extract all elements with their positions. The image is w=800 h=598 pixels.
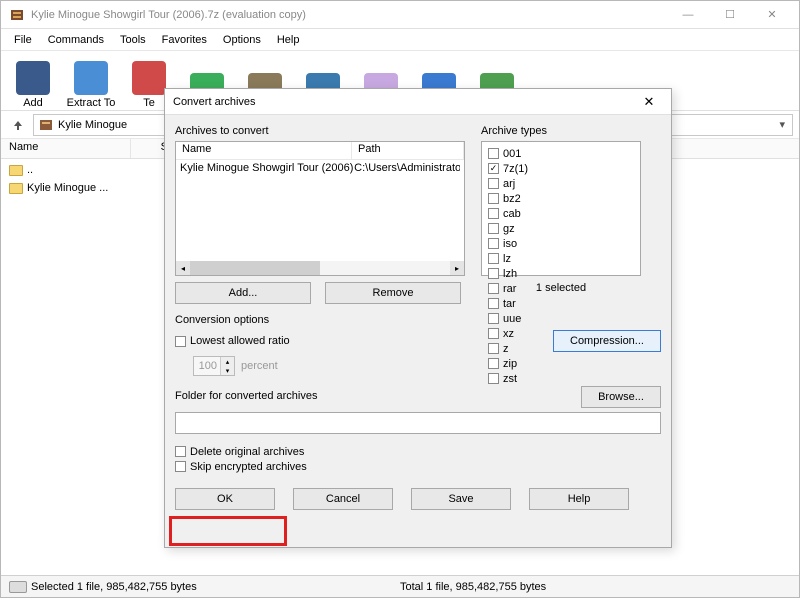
toolbar-label: Add [23, 97, 43, 109]
app-window: Kylie Minogue Showgirl Tour (2006).7z (e… [0, 0, 800, 598]
scroll-left-icon[interactable]: ◂ [176, 261, 190, 275]
conv-opts-label: Conversion options [175, 314, 661, 326]
checkbox-box [488, 328, 499, 339]
checkbox-box [488, 373, 499, 384]
folder-icon [9, 165, 23, 176]
statusbar: Selected 1 file, 985,482,755 bytes Total… [1, 575, 799, 597]
menubar: File Commands Tools Favorites Options He… [1, 29, 799, 51]
menu-tools[interactable]: Tools [113, 32, 153, 48]
checkbox-box [488, 268, 499, 279]
toolbar-icon [16, 61, 50, 95]
type-gz[interactable]: gz [488, 221, 560, 236]
type-lzh[interactable]: lzh [488, 266, 560, 281]
checkbox-box [488, 163, 499, 174]
toolbar-item-1[interactable]: Extract To [65, 53, 117, 109]
type-iso[interactable]: iso [488, 236, 560, 251]
menu-options[interactable]: Options [216, 32, 268, 48]
checkbox-box [488, 193, 499, 204]
ok-button[interactable]: OK [175, 488, 275, 510]
dialog-titlebar: Convert archives ✕ [165, 89, 671, 115]
menu-file[interactable]: File [7, 32, 39, 48]
skip-encrypted-checkbox[interactable]: Skip encrypted archives [175, 459, 661, 474]
toolbar-icon [132, 61, 166, 95]
type-lz[interactable]: lz [488, 251, 560, 266]
type-bz2[interactable]: bz2 [488, 191, 560, 206]
spin-up-icon[interactable]: ▴ [220, 357, 234, 366]
folder-icon [9, 183, 23, 194]
type-7z(1)[interactable]: 7z(1) [488, 161, 560, 176]
percent-label: percent [241, 360, 278, 372]
checkbox-box [488, 313, 499, 324]
toolbar-icon [74, 61, 108, 95]
toolbar-label: Extract To [67, 97, 116, 109]
checkbox-box [488, 178, 499, 189]
chevron-down-icon[interactable]: ▾ [776, 118, 788, 131]
ok-highlight [169, 516, 287, 546]
type-cab[interactable]: cab [488, 206, 560, 221]
maximize-button[interactable]: ☐ [711, 4, 749, 26]
type-xz[interactable]: xz [488, 326, 560, 341]
remove-button[interactable]: Remove [325, 282, 461, 304]
close-button[interactable]: ✕ [753, 4, 791, 26]
help-button[interactable]: Help [529, 488, 629, 510]
compression-button[interactable]: Compression... [553, 330, 661, 352]
status-left: Selected 1 file, 985,482,755 bytes [31, 581, 197, 593]
folder-input[interactable] [175, 412, 661, 434]
disk-icon [9, 581, 27, 593]
types-label: Archive types [481, 125, 641, 137]
toolbar-label: Te [143, 97, 155, 109]
checkbox-box [488, 208, 499, 219]
delete-original-checkbox[interactable]: Delete original archives [175, 444, 661, 459]
list-col-path[interactable]: Path [352, 142, 464, 159]
convert-dialog: Convert archives ✕ Archives to convert N… [164, 88, 672, 548]
status-right: Total 1 file, 985,482,755 bytes [400, 581, 546, 593]
app-icon [9, 7, 25, 23]
archive-row[interactable]: Kylie Minogue Showgirl Tour (2006).7z C:… [180, 162, 460, 174]
lowest-ratio-checkbox[interactable]: Lowest allowed ratio [175, 334, 290, 349]
menu-favorites[interactable]: Favorites [155, 32, 214, 48]
horizontal-scrollbar[interactable]: ◂ ▸ [176, 261, 464, 275]
menu-commands[interactable]: Commands [41, 32, 111, 48]
checkbox-box [488, 298, 499, 309]
menu-help[interactable]: Help [270, 32, 307, 48]
add-button[interactable]: Add... [175, 282, 311, 304]
window-title: Kylie Minogue Showgirl Tour (2006).7z (e… [31, 9, 669, 21]
type-zip[interactable]: zip [488, 356, 560, 371]
checkbox-box [488, 238, 499, 249]
type-zst[interactable]: zst [488, 371, 560, 386]
type-z[interactable]: z [488, 341, 560, 356]
up-arrow-icon [11, 118, 25, 132]
spin-down-icon[interactable]: ▾ [220, 366, 234, 375]
types-listbox: 0017z(1)arjbz2cabgzisolz lzhrartaruuexzz… [481, 141, 641, 276]
checkbox-box [488, 358, 499, 369]
minimize-button[interactable]: — [669, 4, 707, 26]
checkbox-box [488, 148, 499, 159]
checkbox-box [488, 223, 499, 234]
archives-label: Archives to convert [175, 125, 465, 137]
winrar-icon [38, 117, 54, 133]
save-button[interactable]: Save [411, 488, 511, 510]
toolbar-item-0[interactable]: Add [7, 53, 59, 109]
ratio-spinner[interactable]: 100 ▴▾ [193, 356, 235, 376]
dialog-title: Convert archives [173, 96, 635, 108]
col-name[interactable]: Name [1, 139, 131, 158]
archives-listbox[interactable]: Name Path Kylie Minogue Showgirl Tour (2… [175, 141, 465, 276]
checkbox-box [488, 283, 499, 294]
up-button[interactable] [7, 114, 29, 136]
scroll-right-icon[interactable]: ▸ [450, 261, 464, 275]
type-tar[interactable]: tar [488, 296, 560, 311]
type-arj[interactable]: arj [488, 176, 560, 191]
browse-button[interactable]: Browse... [581, 386, 661, 408]
checkbox-box [488, 343, 499, 354]
titlebar: Kylie Minogue Showgirl Tour (2006).7z (e… [1, 1, 799, 29]
type-uue[interactable]: uue [488, 311, 560, 326]
path-text: Kylie Minogue [58, 119, 127, 131]
folder-label: Folder for converted archives [175, 390, 317, 402]
type-001[interactable]: 001 [488, 146, 560, 161]
checkbox-box [488, 253, 499, 264]
list-col-name[interactable]: Name [176, 142, 352, 159]
cancel-button[interactable]: Cancel [293, 488, 393, 510]
dialog-close-button[interactable]: ✕ [635, 92, 663, 112]
